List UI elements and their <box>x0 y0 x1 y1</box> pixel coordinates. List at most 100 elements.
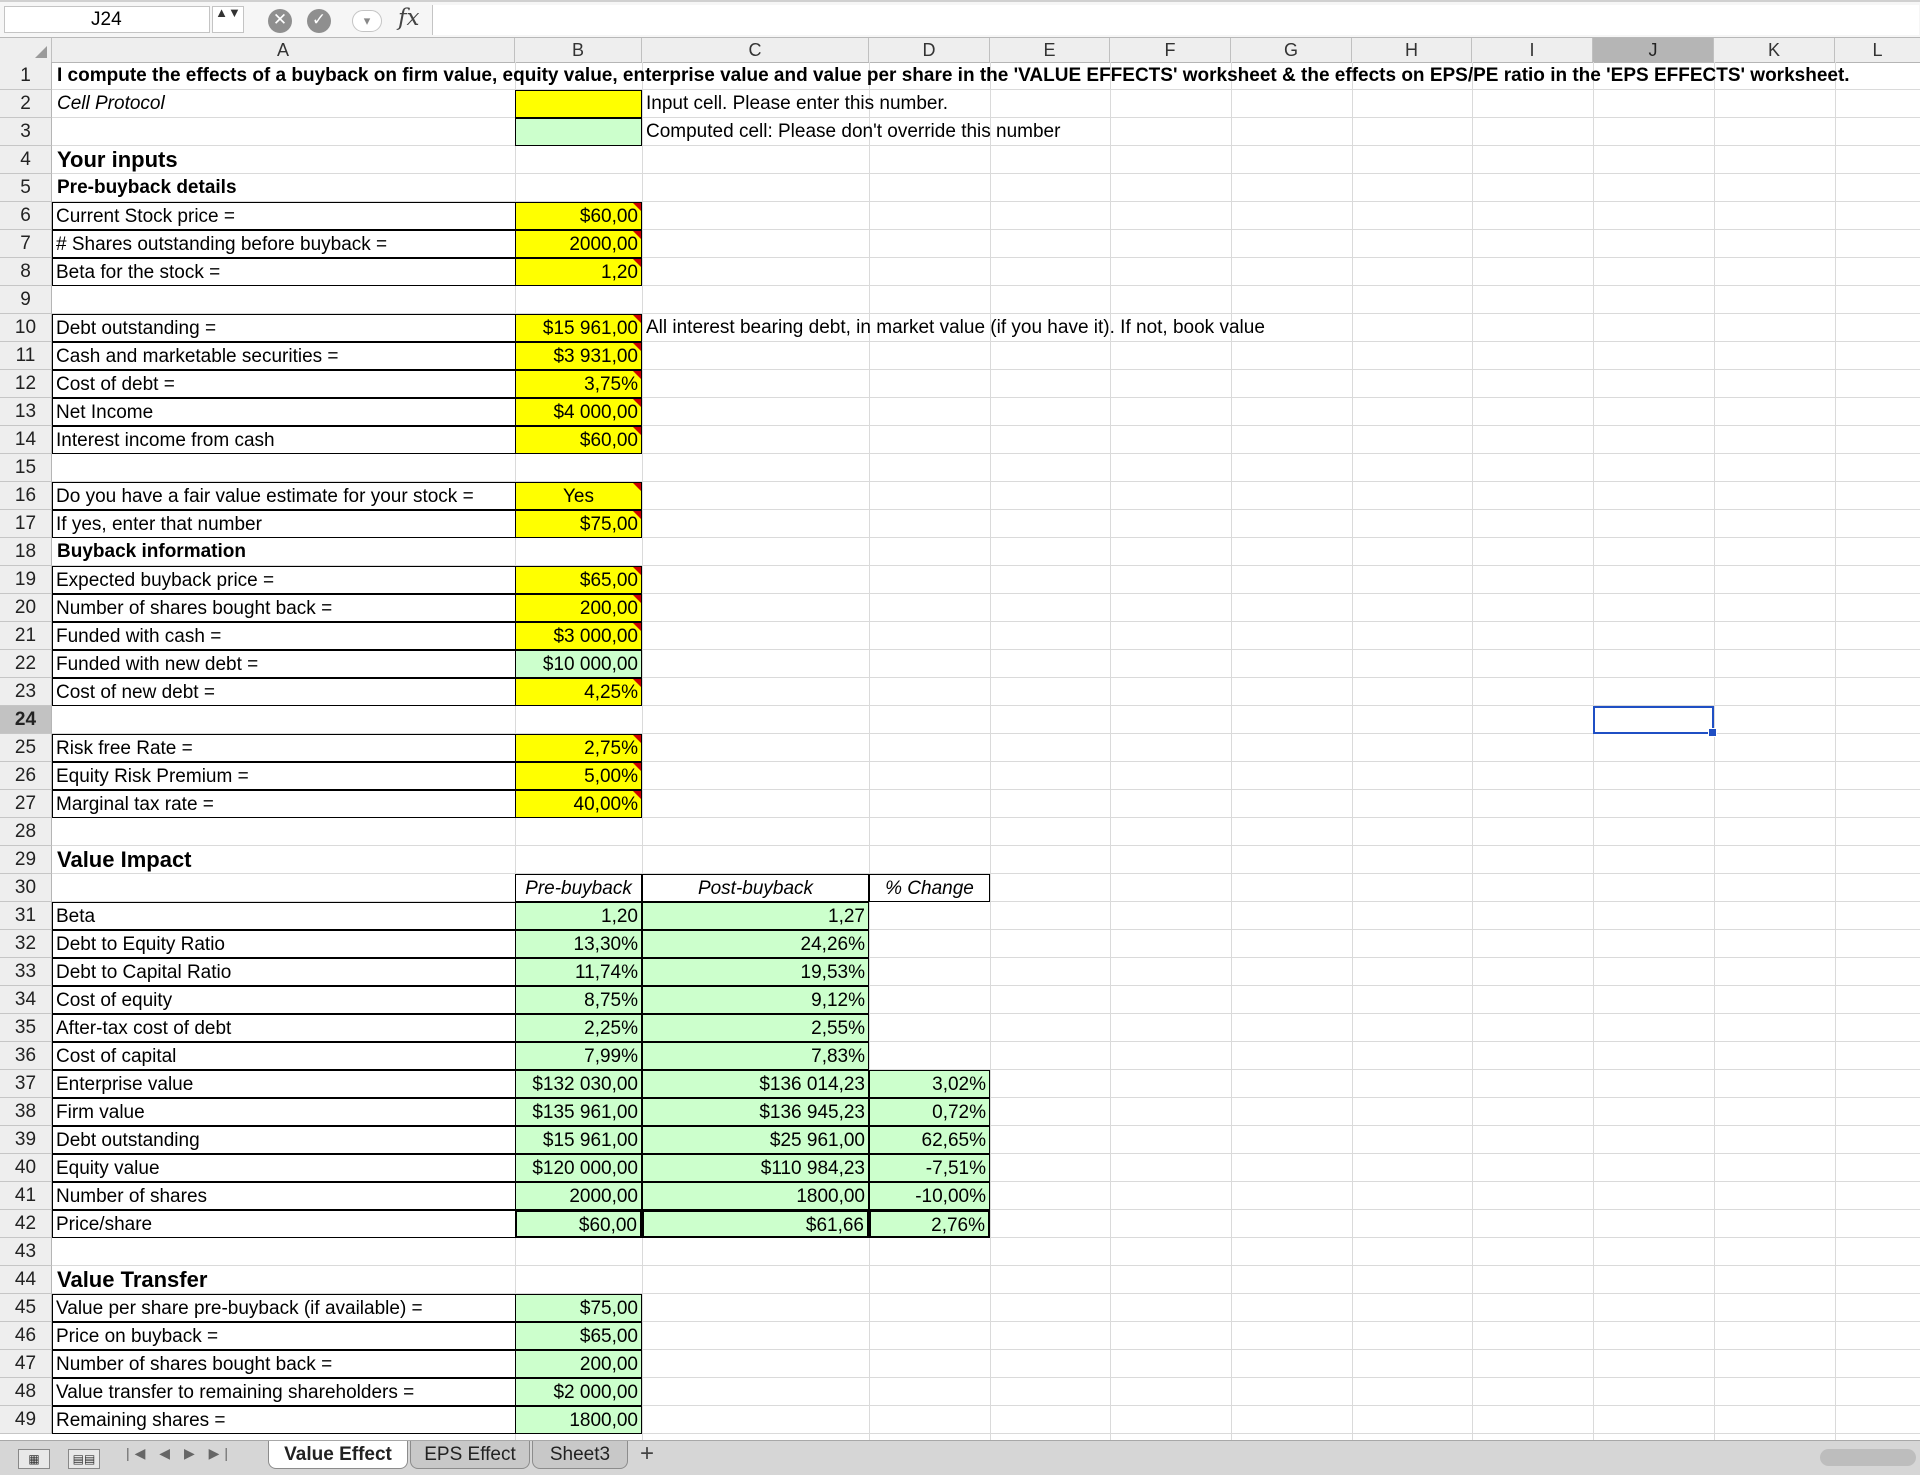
label-cell[interactable]: Enterprise value <box>52 1070 515 1098</box>
row-header[interactable]: 39 <box>0 1126 52 1154</box>
label-cell[interactable]: Price/share <box>52 1210 515 1238</box>
row-header[interactable]: 43 <box>0 1238 52 1266</box>
label-cell[interactable]: Expected buyback price = <box>52 566 515 594</box>
column-header-l[interactable]: L <box>1835 38 1920 62</box>
label-cell[interactable]: Beta for the stock = <box>52 258 515 286</box>
input-buyback-price[interactable]: $65,00 <box>515 566 642 594</box>
pre-buyback-cell[interactable]: 7,99% <box>515 1042 642 1070</box>
column-header-f[interactable]: F <box>1110 38 1231 62</box>
label-cell[interactable]: # Shares outstanding before buyback = <box>52 230 515 258</box>
label-cell[interactable]: Net Income <box>52 398 515 426</box>
pct-change-cell[interactable]: -10,00% <box>869 1182 990 1210</box>
row-header[interactable]: 29 <box>0 846 52 874</box>
row-header-active[interactable]: 24 <box>0 706 52 734</box>
row-header[interactable]: 44 <box>0 1266 52 1294</box>
section-title-inputs[interactable]: Your inputs <box>54 146 514 174</box>
computed-cell[interactable]: $2 000,00 <box>515 1378 642 1406</box>
row-header[interactable]: 22 <box>0 650 52 678</box>
row-header[interactable]: 12 <box>0 370 52 398</box>
column-label-post-buyback[interactable]: Post-buyback <box>642 874 869 902</box>
row-header[interactable]: 11 <box>0 342 52 370</box>
post-buyback-cell[interactable]: 2,55% <box>642 1014 869 1042</box>
horizontal-scrollbar[interactable] <box>1820 1449 1916 1466</box>
column-header-c[interactable]: C <box>642 38 869 62</box>
row-header[interactable]: 35 <box>0 1014 52 1042</box>
pre-buyback-cell[interactable]: $120 000,00 <box>515 1154 642 1182</box>
name-box[interactable]: J24 <box>4 6 210 33</box>
row-header[interactable]: 28 <box>0 818 52 846</box>
tab-sheet3[interactable]: Sheet3 <box>532 1441 628 1469</box>
pct-change-cell[interactable]: 3,02% <box>869 1070 990 1098</box>
row-header[interactable]: 14 <box>0 426 52 454</box>
subsection-pre-buyback[interactable]: Pre-buyback details <box>54 174 514 202</box>
column-header-a[interactable]: A <box>52 38 515 62</box>
input-interest-income[interactable]: $60,00 <box>515 426 642 454</box>
post-buyback-cell[interactable]: $61,66 <box>642 1210 869 1238</box>
row-header[interactable]: 27 <box>0 790 52 818</box>
computed-cell-legend[interactable] <box>515 118 642 146</box>
label-cell[interactable]: Remaining shares = <box>52 1406 515 1434</box>
label-cell[interactable]: Debt outstanding <box>52 1126 515 1154</box>
section-title-value-impact[interactable]: Value Impact <box>54 846 514 874</box>
pre-buyback-cell[interactable]: 2,25% <box>515 1014 642 1042</box>
pct-change-cell[interactable]: 2,76% <box>869 1210 990 1238</box>
row-header[interactable]: 10 <box>0 314 52 342</box>
post-buyback-cell[interactable]: 9,12% <box>642 986 869 1014</box>
normal-view-icon[interactable]: ▦ <box>18 1449 50 1469</box>
sheet-navigation-arrows-icon[interactable]: |◀ ◀ ▶ ▶| <box>126 1445 233 1462</box>
row-header[interactable]: 18 <box>0 538 52 566</box>
computed-funded-debt[interactable]: $10 000,00 <box>515 650 642 678</box>
row-header[interactable]: 26 <box>0 762 52 790</box>
pre-buyback-cell[interactable]: 13,30% <box>515 930 642 958</box>
row-header[interactable]: 21 <box>0 622 52 650</box>
column-header-k[interactable]: K <box>1714 38 1835 62</box>
subsection-buyback-info[interactable]: Buyback information <box>54 538 514 566</box>
debt-note[interactable]: All interest bearing debt, in market val… <box>643 314 1543 342</box>
label-cell[interactable]: Do you have a fair value estimate for yo… <box>52 482 515 510</box>
row-header[interactable]: 1 <box>0 62 52 90</box>
label-cell[interactable]: Equity Risk Premium = <box>52 762 515 790</box>
input-fair-value-toggle[interactable]: Yes <box>515 482 642 510</box>
post-buyback-cell[interactable]: $25 961,00 <box>642 1126 869 1154</box>
cancel-icon[interactable]: ✕ <box>268 9 292 33</box>
pre-buyback-cell[interactable]: $132 030,00 <box>515 1070 642 1098</box>
input-debt-outstanding[interactable]: $15 961,00 <box>515 314 642 342</box>
row-header[interactable]: 37 <box>0 1070 52 1098</box>
input-marginal-tax-rate[interactable]: 40,00% <box>515 790 642 818</box>
row-header[interactable]: 34 <box>0 986 52 1014</box>
row-header[interactable]: 30 <box>0 874 52 902</box>
post-buyback-cell[interactable]: $136 945,23 <box>642 1098 869 1126</box>
label-cell[interactable]: Risk free Rate = <box>52 734 515 762</box>
post-buyback-cell[interactable]: 1,27 <box>642 902 869 930</box>
label-cell[interactable]: Cost of capital <box>52 1042 515 1070</box>
row-header[interactable]: 20 <box>0 594 52 622</box>
input-current-price[interactable]: $60,00 <box>515 202 642 230</box>
row-header[interactable]: 6 <box>0 202 52 230</box>
pre-buyback-cell[interactable]: 2000,00 <box>515 1182 642 1210</box>
label-cell[interactable]: Price on buyback = <box>52 1322 515 1350</box>
sheet-title[interactable]: I compute the effects of a buyback on fi… <box>54 62 1914 90</box>
row-header[interactable]: 3 <box>0 118 52 146</box>
tab-eps-effect[interactable]: EPS Effect <box>410 1441 530 1469</box>
row-header[interactable]: 5 <box>0 174 52 202</box>
row-header[interactable]: 7 <box>0 230 52 258</box>
row-header[interactable]: 41 <box>0 1182 52 1210</box>
tab-value-effect[interactable]: Value Effect <box>268 1441 408 1469</box>
row-header[interactable]: 9 <box>0 286 52 314</box>
input-risk-free-rate[interactable]: 2,75% <box>515 734 642 762</box>
row-header[interactable]: 17 <box>0 510 52 538</box>
input-cash[interactable]: $3 931,00 <box>515 342 642 370</box>
formula-input[interactable] <box>432 5 1919 35</box>
label-cell[interactable]: Funded with cash = <box>52 622 515 650</box>
section-title-value-transfer[interactable]: Value Transfer <box>54 1266 514 1294</box>
computed-cell[interactable]: $75,00 <box>515 1294 642 1322</box>
input-net-income[interactable]: $4 000,00 <box>515 398 642 426</box>
pct-change-cell[interactable]: -7,51% <box>869 1154 990 1182</box>
computed-cell[interactable]: $65,00 <box>515 1322 642 1350</box>
label-cell[interactable]: Cost of debt = <box>52 370 515 398</box>
input-funded-cash[interactable]: $3 000,00 <box>515 622 642 650</box>
row-header[interactable]: 13 <box>0 398 52 426</box>
label-cell[interactable]: Cost of new debt = <box>52 678 515 706</box>
confirm-icon[interactable]: ✓ <box>307 9 331 33</box>
label-cell[interactable]: Cost of equity <box>52 986 515 1014</box>
